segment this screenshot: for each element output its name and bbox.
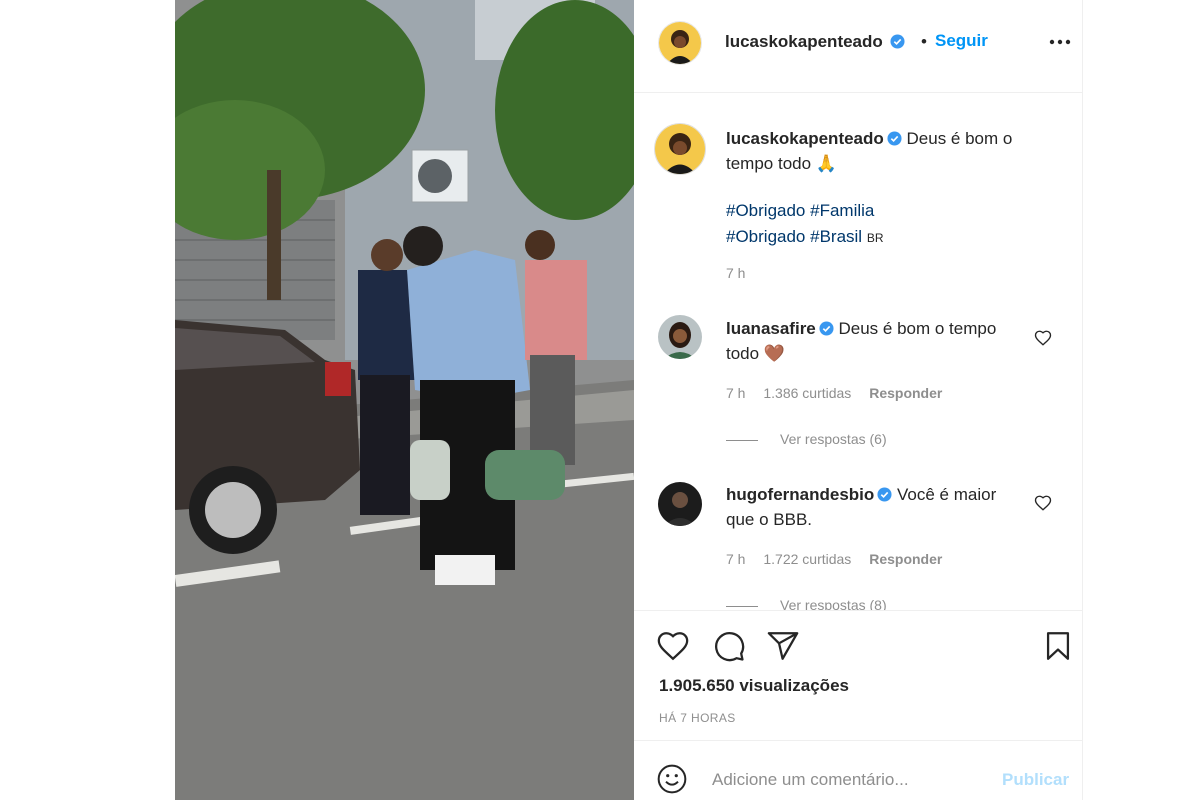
comment-meta: 7 h 1.722 curtidas Responder xyxy=(726,551,956,567)
views-count[interactable]: 1.905.650 visualizações xyxy=(659,676,849,696)
hashtag-link[interactable]: #Brasil xyxy=(810,227,862,246)
comment-meta: 7 h 1.386 curtidas Responder xyxy=(726,385,956,401)
add-comment-bar: Publicar xyxy=(634,740,1082,801)
like-comment-heart-icon[interactable] xyxy=(1034,494,1052,512)
caption-username[interactable]: lucaskokapenteado xyxy=(726,129,884,148)
comment-time[interactable]: 7 h xyxy=(726,385,745,401)
commenter-avatar[interactable] xyxy=(658,315,702,359)
author-avatar[interactable] xyxy=(658,21,702,65)
save-bookmark-icon[interactable] xyxy=(1041,629,1075,663)
posted-time[interactable]: HÁ 7 HORAS xyxy=(659,711,736,725)
verified-badge-icon xyxy=(887,128,902,146)
emoji-smiley-icon[interactable] xyxy=(656,763,688,795)
comment-text-block: hugofernandesbio Você é maior que o BBB. xyxy=(726,482,1016,532)
view-replies-label: Ver respostas (6) xyxy=(780,431,887,447)
hashtag-link[interactable]: #Familia xyxy=(810,201,874,220)
commenter-avatar[interactable] xyxy=(658,482,702,526)
comment-likes[interactable]: 1.722 curtidas xyxy=(763,551,851,567)
more-options-icon[interactable] xyxy=(1048,32,1072,52)
publish-button[interactable]: Publicar xyxy=(1002,770,1069,790)
post-panel: lucaskokapenteado • Seguir lucaskokapent… xyxy=(634,0,1083,800)
comment-input[interactable] xyxy=(712,767,992,793)
commenter-username[interactable]: luanasafire xyxy=(726,319,816,338)
comment-time[interactable]: 7 h xyxy=(726,551,745,567)
comments-list[interactable]: lucaskokapenteado Deus é bom o tempo tod… xyxy=(634,93,1082,610)
reply-button[interactable]: Responder xyxy=(869,385,942,401)
verified-badge-icon xyxy=(877,484,892,502)
share-send-icon[interactable] xyxy=(766,629,800,663)
caption-hashtags: #Obrigado #Familia #Obrigado #Brasil BR xyxy=(726,198,884,251)
view-replies-button[interactable]: Ver respostas (6) xyxy=(726,431,887,447)
post-actions: 1.905.650 visualizações HÁ 7 HORAS xyxy=(634,610,1082,741)
video-frame xyxy=(175,0,634,800)
author-username[interactable]: lucaskokapenteado xyxy=(725,32,883,51)
comment-bubble-icon[interactable] xyxy=(712,629,746,663)
comment-text-block: luanasafire Deus é bom o tempo todo 🤎 xyxy=(726,316,1016,366)
like-heart-icon[interactable] xyxy=(656,629,690,663)
follow-button[interactable]: Seguir xyxy=(935,31,988,51)
hashtag-link[interactable]: #Obrigado xyxy=(726,201,805,220)
verified-badge-icon xyxy=(890,34,905,49)
commenter-username[interactable]: hugofernandesbio xyxy=(726,485,874,504)
reply-button[interactable]: Responder xyxy=(869,551,942,567)
replies-divider xyxy=(726,439,758,441)
view-replies-button[interactable]: Ver respostas (8) xyxy=(726,597,887,610)
hashtag-link[interactable]: #Obrigado xyxy=(726,227,805,246)
comment-likes[interactable]: 1.386 curtidas xyxy=(763,385,851,401)
post-header: lucaskokapenteado • Seguir xyxy=(634,0,1082,93)
replies-divider xyxy=(726,605,758,607)
author-username-row[interactable]: lucaskokapenteado xyxy=(725,32,905,52)
flag-text: BR xyxy=(866,231,884,245)
view-replies-label: Ver respostas (8) xyxy=(780,597,887,610)
caption: lucaskokapenteado Deus é bom o tempo tod… xyxy=(726,126,1056,176)
caption-time[interactable]: 7 h xyxy=(726,265,745,281)
like-comment-heart-icon[interactable] xyxy=(1034,329,1052,347)
verified-badge-icon xyxy=(819,318,834,336)
post-video[interactable] xyxy=(175,0,634,800)
separator-dot: • xyxy=(921,32,927,51)
caption-author-avatar[interactable] xyxy=(654,123,706,175)
